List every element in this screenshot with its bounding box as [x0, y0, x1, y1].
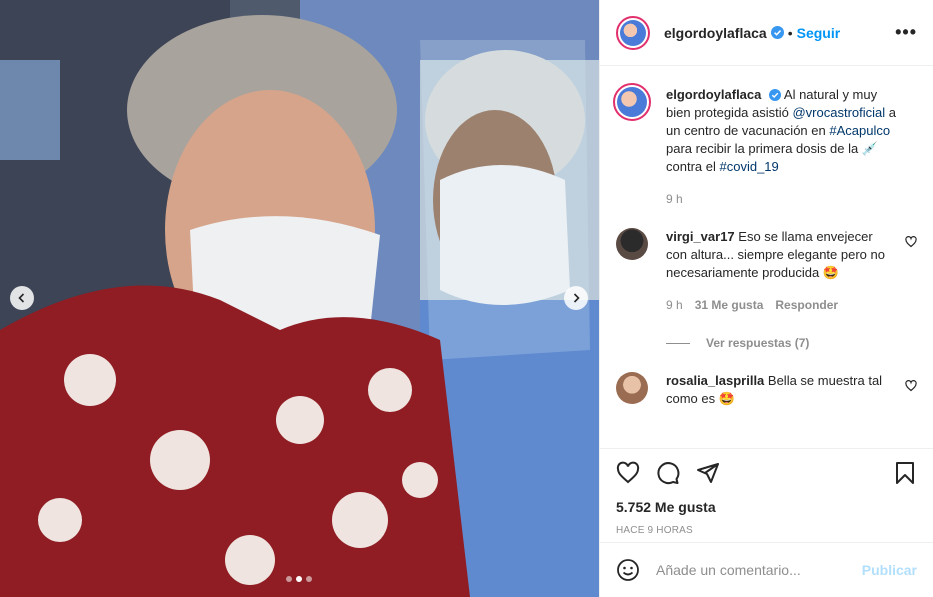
post-timestamp[interactable]: HACE 9 HORAS [616, 525, 917, 536]
comment-username[interactable]: rosalia_lasprilla [666, 373, 764, 388]
caption-text-part: contra el [666, 159, 716, 174]
author-username[interactable]: elgordoylaflaca [664, 25, 767, 41]
header-separator: • [787, 24, 793, 41]
comment-input[interactable] [656, 562, 856, 578]
comment: rosalia_lasprilla Bella se muestra tal c… [616, 372, 917, 408]
hashtag-link[interactable]: #Acapulco [829, 123, 890, 138]
heart-outline-icon[interactable] [905, 236, 917, 248]
comment: virgi_var17 Eso se llama envejecer con a… [616, 228, 917, 314]
caption-time[interactable]: 9 h [666, 190, 683, 208]
caption-avatar[interactable] [613, 83, 651, 121]
caption-username[interactable]: elgordoylaflaca [666, 87, 761, 102]
next-slide-button[interactable] [564, 286, 588, 310]
view-replies-label: Ver respuestas (7) [706, 336, 810, 350]
caption-text: elgordoylaflaca Al natural y muy bien pr… [666, 86, 896, 176]
commenter-avatar[interactable] [616, 228, 648, 260]
likes-count[interactable]: 5.752 Me gusta [616, 499, 917, 515]
syringe-emoji: 💉 [861, 141, 879, 156]
carousel-indicator [286, 576, 312, 582]
view-replies-button[interactable]: Ver respuestas (7) [666, 336, 917, 350]
comments-section: elgordoylaflaca Al natural y muy bien pr… [600, 66, 933, 448]
post-media[interactable] [0, 0, 599, 597]
heart-outline-icon[interactable] [905, 380, 917, 392]
add-comment-bar: Publicar [600, 542, 933, 597]
comment-time[interactable]: 9 h [666, 296, 683, 314]
author-avatar[interactable] [616, 15, 650, 50]
share-plane-icon[interactable] [696, 461, 720, 485]
caption-text-part: para recibir la primera dosis de la [666, 141, 859, 156]
post-photo [0, 0, 599, 597]
post-actions: 5.752 Me gusta HACE 9 HORAS [600, 448, 933, 536]
previous-slide-button[interactable] [10, 286, 34, 310]
chevron-left-icon [18, 293, 25, 303]
carousel-dot [286, 576, 292, 582]
commenter-avatar[interactable] [616, 372, 648, 404]
verified-badge-icon [769, 89, 781, 101]
carousel-dot [306, 576, 312, 582]
hashtag-link[interactable]: #covid_19 [720, 159, 779, 174]
save-bookmark-icon[interactable] [893, 461, 917, 485]
carousel-dot-active [296, 576, 302, 582]
comment-username[interactable]: virgi_var17 [666, 229, 735, 244]
emoji-smiley-icon[interactable] [616, 558, 640, 582]
mention-link[interactable]: @vrocastroficial [792, 105, 885, 120]
publish-button[interactable]: Publicar [862, 562, 917, 578]
post-sidebar: elgordoylaflaca • Seguir ••• elgordoylaf… [599, 0, 933, 597]
more-options-button[interactable]: ••• [895, 22, 917, 43]
follow-button[interactable]: Seguir [797, 25, 841, 41]
instagram-post: elgordoylaflaca • Seguir ••• elgordoylaf… [0, 0, 933, 597]
comment-bubble-icon[interactable] [656, 461, 680, 485]
reply-button[interactable]: Responder [775, 296, 838, 314]
post-header: elgordoylaflaca • Seguir ••• [600, 0, 933, 66]
chevron-right-icon [573, 293, 580, 303]
like-heart-icon[interactable] [616, 461, 640, 485]
comment-likes[interactable]: 31 Me gusta [695, 296, 764, 314]
caption: elgordoylaflaca Al natural y muy bien pr… [613, 83, 917, 208]
verified-badge-icon [770, 26, 784, 39]
